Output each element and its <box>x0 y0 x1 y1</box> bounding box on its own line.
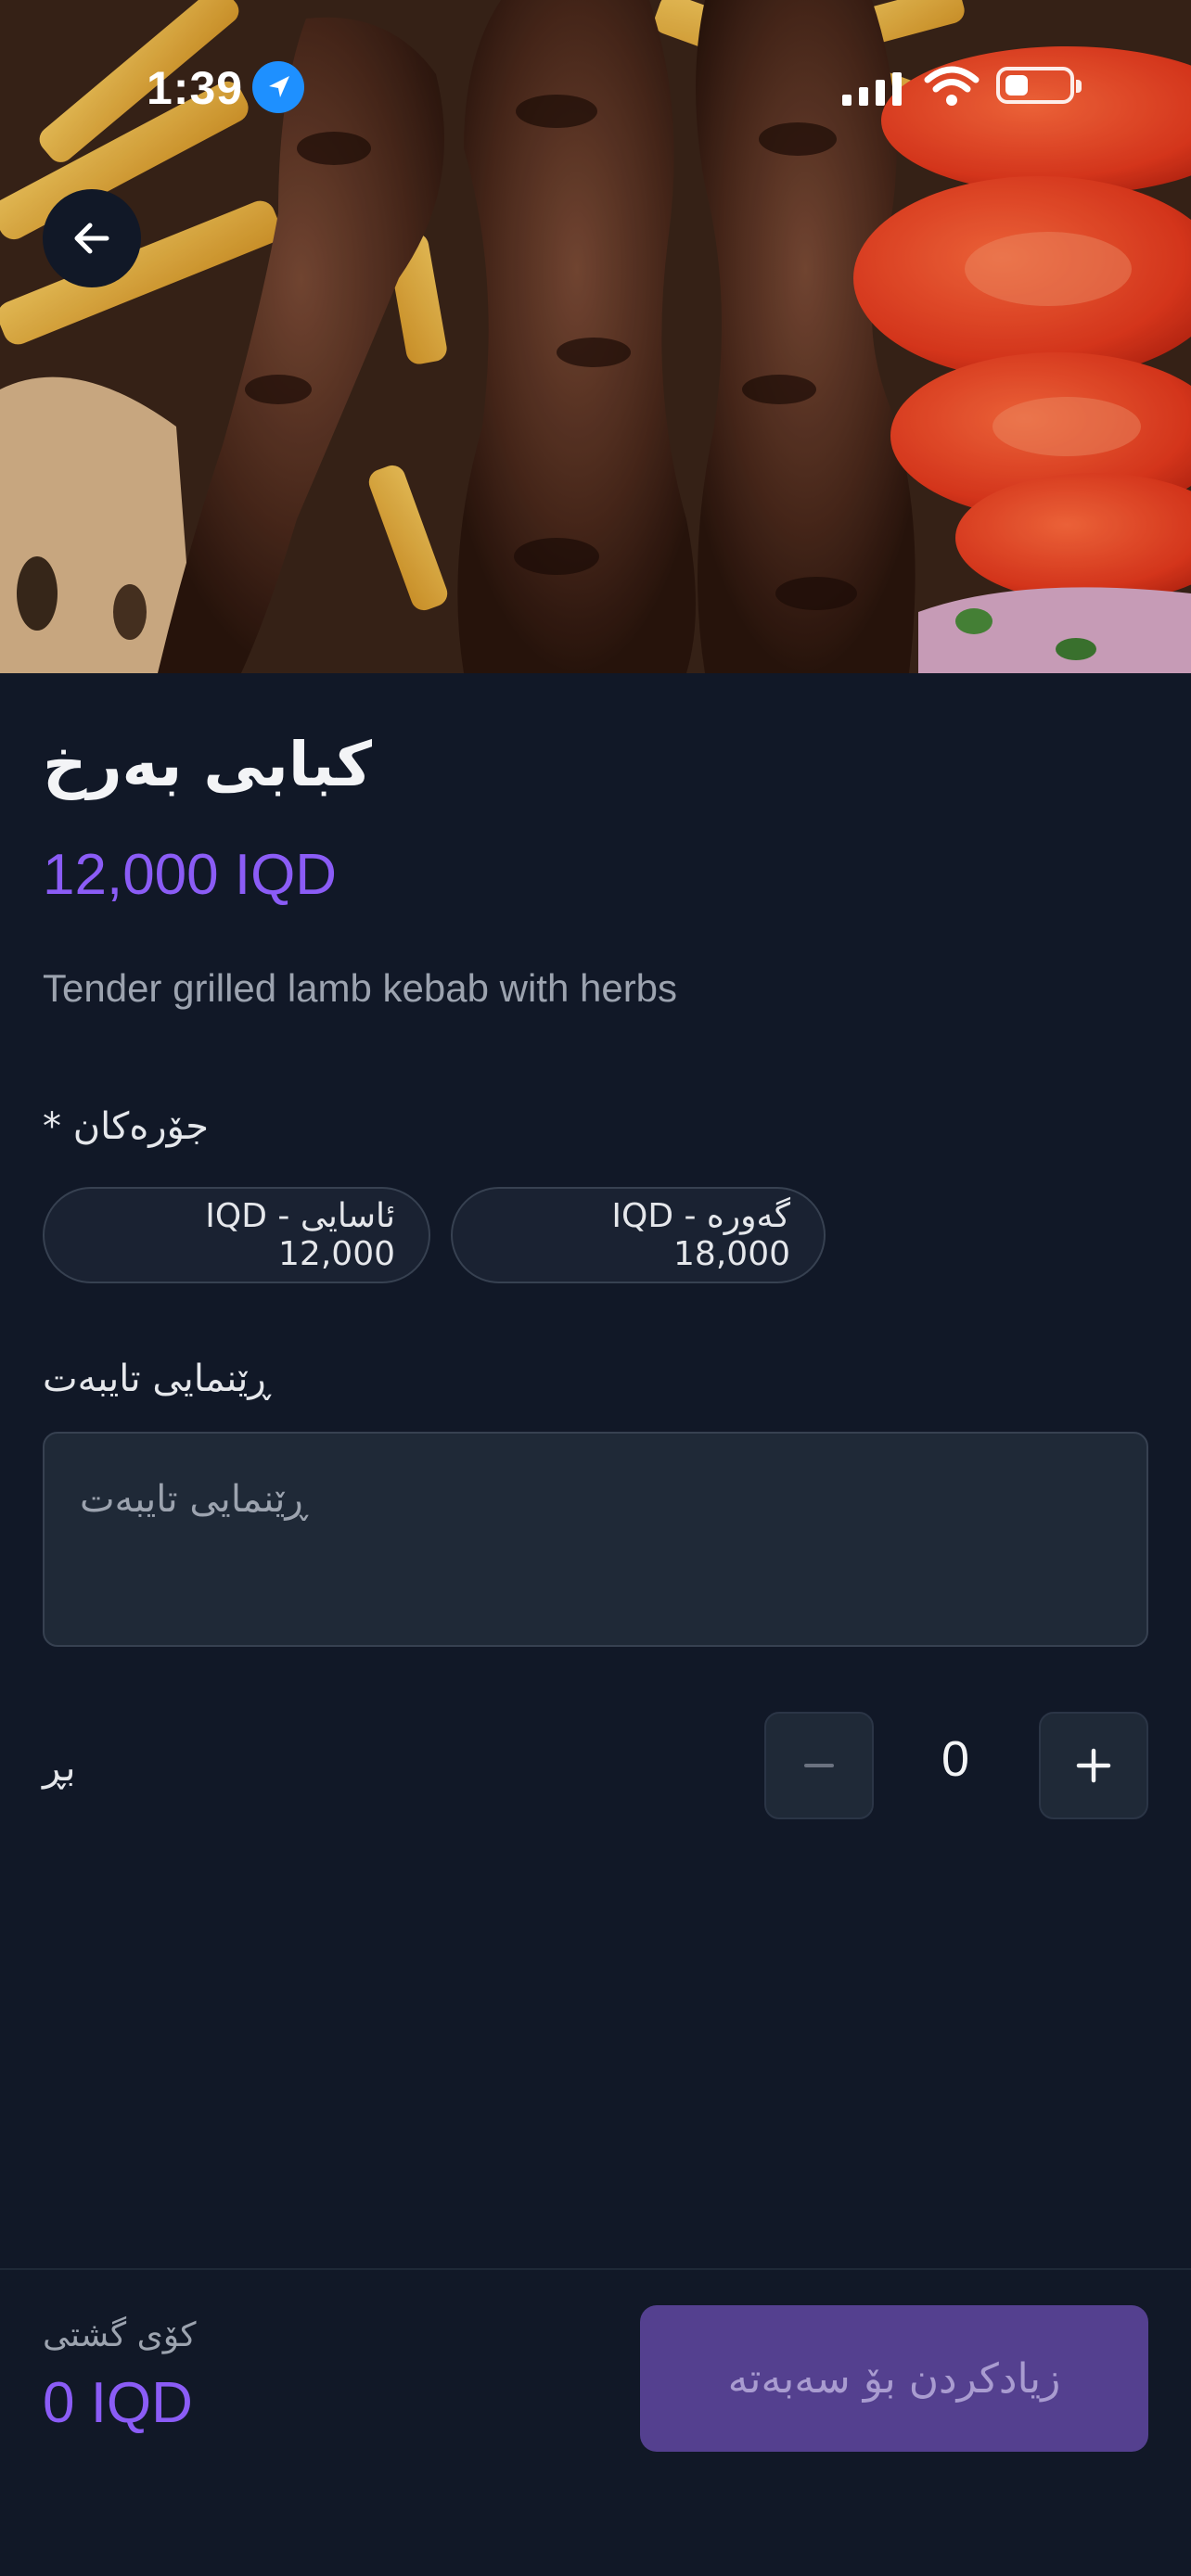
signal-icon <box>842 72 902 106</box>
status-bar: 1:39 <box>0 0 1191 176</box>
arrow-left-icon <box>74 223 109 254</box>
add-to-cart-label: زیادکردن بۆ سەبەتە <box>727 2354 1061 2403</box>
quantity-label-text: بڕ <box>43 1747 76 1790</box>
total-value: 0 IQD <box>43 2371 193 2435</box>
variant-option-label: گەورە - IQD 18,000 <box>611 1197 790 1273</box>
variants-label: جۆرەکان * <box>43 1105 209 1148</box>
total-label: کۆی گشتی <box>43 2316 196 2354</box>
product-title-text: كبابی بەرخ <box>43 729 373 800</box>
notes-input[interactable] <box>43 1432 1148 1647</box>
quantity-value: 0 <box>941 1731 970 1787</box>
location-arrow-icon <box>252 61 304 113</box>
variants-label-text: جۆرەکان * <box>43 1105 209 1148</box>
wifi-icon <box>924 66 980 106</box>
variant-option-large[interactable]: گەورە - IQD 18,000 <box>451 1187 826 1283</box>
battery-icon <box>996 67 1082 104</box>
notes-label: ڕێنمایی تایبەت <box>43 1358 271 1400</box>
notes-label-text: ڕێنمایی تایبەت <box>43 1358 271 1400</box>
variant-option-label: ئاسایی - IQD 12,000 <box>205 1197 395 1273</box>
quantity-label: بڕ <box>43 1747 76 1790</box>
plus-icon <box>1076 1748 1111 1783</box>
footer-bar: کۆی گشتی 0 IQD زیادکردن بۆ سەبەتە <box>0 2268 1191 2576</box>
minus-icon <box>804 1764 834 1767</box>
product-description: Tender grilled lamb kebab with herbs <box>43 966 678 1010</box>
product-price: 12,000 IQD <box>43 843 338 907</box>
add-to-cart-button[interactable]: زیادکردن بۆ سەبەتە <box>640 2305 1148 2452</box>
back-button[interactable] <box>43 189 141 287</box>
status-time: 1:39 <box>147 62 244 114</box>
total-label-text: کۆی گشتی <box>43 2316 197 2354</box>
quantity-increment-button[interactable] <box>1039 1712 1148 1819</box>
product-title: كبابی بەرخ <box>43 725 877 805</box>
quantity-decrement-button[interactable] <box>764 1712 874 1819</box>
variant-option-regular[interactable]: ئاسایی - IQD 12,000 <box>43 1187 430 1283</box>
